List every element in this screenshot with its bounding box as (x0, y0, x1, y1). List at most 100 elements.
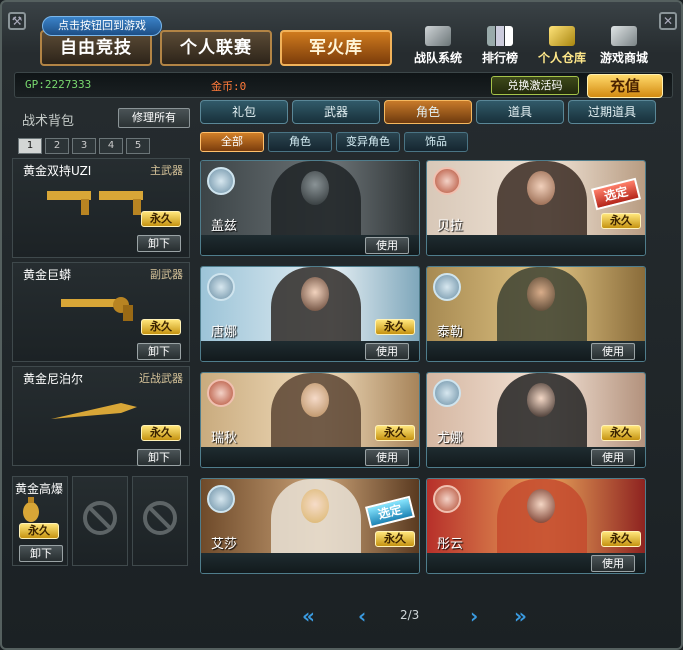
unequip-button[interactable]: 卸下 (137, 343, 181, 360)
team-icon (425, 26, 451, 46)
faction-emblem-icon (207, 379, 235, 407)
tab-weapons[interactable]: 武器 (292, 100, 380, 124)
permanent-badge: 永久 (601, 531, 641, 547)
permanent-badge: 永久 (375, 425, 415, 441)
use-button[interactable]: 使用 (591, 343, 635, 360)
weapon-type: 副武器 (150, 268, 183, 281)
weapon-type: 主武器 (150, 164, 183, 177)
subtab-character[interactable]: 角色 (268, 132, 332, 152)
pagination: « ‹ 2/3 › » (300, 604, 550, 628)
shop-cart-icon (611, 26, 637, 46)
tab-items[interactable]: 道具 (476, 100, 564, 124)
team-system-label: 战队系统 (413, 51, 462, 65)
character-card[interactable]: 瑞秋 永久 使用 (200, 372, 420, 468)
character-name: 尤娜 (437, 431, 464, 446)
unequip-button[interactable]: 卸下 (19, 545, 63, 562)
use-button[interactable]: 使用 (365, 449, 409, 466)
permanent-badge: 永久 (375, 531, 415, 547)
shop-button[interactable]: 游戏商城 (594, 26, 654, 70)
recharge-button[interactable]: 充值 (587, 74, 663, 98)
bag-title: 战术背包 (22, 114, 75, 129)
bag-tab-1[interactable]: 1 (18, 138, 42, 154)
character-card[interactable]: 选定 贝拉 永久 (426, 160, 646, 256)
top-bar: 点击按钮回到游戏 ⚒ ✕ 自由竞技 个人联赛 军火库 战队系统 排行榜 个人仓库… (8, 8, 679, 68)
empty-slot[interactable] (72, 476, 128, 566)
character-card[interactable]: 盖兹 使用 (200, 160, 420, 256)
character-card[interactable]: 选定 艾莎 永久 (200, 478, 420, 574)
character-card[interactable]: 唐娜 永久 使用 (200, 266, 420, 362)
empty-slot[interactable] (132, 476, 188, 566)
use-button[interactable]: 使用 (365, 237, 409, 254)
last-page-icon[interactable]: » (514, 604, 527, 628)
golden-knife-icon (51, 403, 137, 419)
faction-emblem-icon (433, 273, 461, 301)
game-window: 点击按钮回到游戏 ⚒ ✕ 自由竞技 个人联赛 军火库 战队系统 排行榜 个人仓库… (0, 0, 683, 650)
repair-all-button[interactable]: 修理所有 (118, 108, 190, 128)
bag-tab-3[interactable]: 3 (72, 138, 96, 154)
team-system-button[interactable]: 战队系统 (408, 26, 468, 70)
subtab-accessory[interactable]: 饰品 (404, 132, 468, 152)
character-card[interactable]: 尤娜 永久 使用 (426, 372, 646, 468)
character-name: 贝拉 (437, 219, 464, 234)
permanent-badge: 永久 (601, 213, 641, 229)
permanent-badge: 永久 (141, 425, 181, 441)
character-grid: 盖兹 使用 选定 贝拉 永久 唐娜 永久 使用 泰勒 使用 瑞秋 永久 使用 尤… (200, 160, 650, 580)
subcategory-tabs: 全部 角色 变异角色 饰品 (200, 132, 468, 152)
mode-tab-arsenal[interactable]: 军火库 (280, 30, 392, 66)
mode-tab-league[interactable]: 个人联赛 (160, 30, 272, 66)
redeem-code-button[interactable]: 兑换激活码 (491, 76, 579, 95)
golden-uzi-icon (47, 191, 143, 215)
page-indicator: 2/3 (400, 608, 420, 622)
card-footer (427, 235, 645, 255)
tab-characters[interactable]: 角色 (384, 100, 472, 124)
card-footer (201, 553, 419, 573)
ranking-label: 排行榜 (481, 51, 518, 65)
tactical-bag-panel: 战术背包 修理所有 1 2 3 4 5 黄金双持UZI 主武器 永久 卸下 黄金… (10, 102, 192, 570)
character-name: 瑞秋 (211, 431, 238, 446)
warehouse-icon (549, 26, 575, 46)
use-button[interactable]: 使用 (591, 449, 635, 466)
bag-tab-5[interactable]: 5 (126, 138, 150, 154)
tab-gift-pack[interactable]: 礼包 (200, 100, 288, 124)
unequip-button[interactable]: 卸下 (137, 235, 181, 252)
weapon-name: 黄金尼泊尔 (23, 372, 84, 386)
weapon-slot-melee: 黄金尼泊尔 近战武器 永久 卸下 (12, 366, 190, 466)
bag-tab-4[interactable]: 4 (99, 138, 123, 154)
ranking-button[interactable]: 排行榜 (470, 26, 530, 70)
ranking-icon (487, 26, 513, 46)
prev-page-icon[interactable]: ‹ (358, 604, 366, 628)
shop-label: 游戏商城 (599, 51, 648, 65)
weapon-slot-secondary: 黄金巨蟒 副武器 永久 卸下 (12, 262, 190, 362)
character-card[interactable]: 泰勒 使用 (426, 266, 646, 362)
character-name: 艾莎 (211, 537, 238, 552)
permanent-badge: 永久 (141, 211, 181, 227)
weapon-type: 近战武器 (139, 372, 183, 385)
weapon-name: 黄金高爆 (15, 482, 64, 496)
use-button[interactable]: 使用 (365, 343, 409, 360)
close-icon[interactable]: ✕ (659, 12, 677, 30)
return-to-game-hint[interactable]: 点击按钮回到游戏 (42, 16, 162, 36)
first-page-icon[interactable]: « (302, 604, 315, 628)
next-page-icon[interactable]: › (470, 604, 478, 628)
faction-emblem-icon (433, 485, 461, 513)
tab-expired-items[interactable]: 过期道具 (568, 100, 656, 124)
subtab-all[interactable]: 全部 (200, 132, 264, 152)
faction-emblem-icon (207, 485, 235, 513)
weapon-slot-primary: 黄金双持UZI 主武器 永久 卸下 (12, 158, 190, 258)
faction-emblem-icon (433, 167, 461, 195)
warehouse-label: 个人仓库 (537, 51, 586, 65)
warehouse-button[interactable]: 个人仓库 (532, 26, 592, 70)
weapon-slot-grenade: 黄金高爆 永久 卸下 (12, 476, 68, 566)
bag-tab-2[interactable]: 2 (45, 138, 69, 154)
tools-icon[interactable]: ⚒ (8, 12, 26, 30)
unequip-button[interactable]: 卸下 (137, 449, 181, 466)
subtab-mutant[interactable]: 变异角色 (336, 132, 400, 152)
use-button[interactable]: 使用 (591, 555, 635, 572)
faction-emblem-icon (207, 273, 235, 301)
golden-grenade-icon (23, 497, 39, 522)
character-card[interactable]: 彤云 永久 使用 (426, 478, 646, 574)
character-name: 盖兹 (211, 219, 238, 234)
disabled-icon (83, 501, 117, 535)
status-bar: GP:2227333 金币:0 兑换激活码 充值 (14, 72, 673, 98)
weapon-name: 黄金巨蟒 (23, 268, 72, 282)
